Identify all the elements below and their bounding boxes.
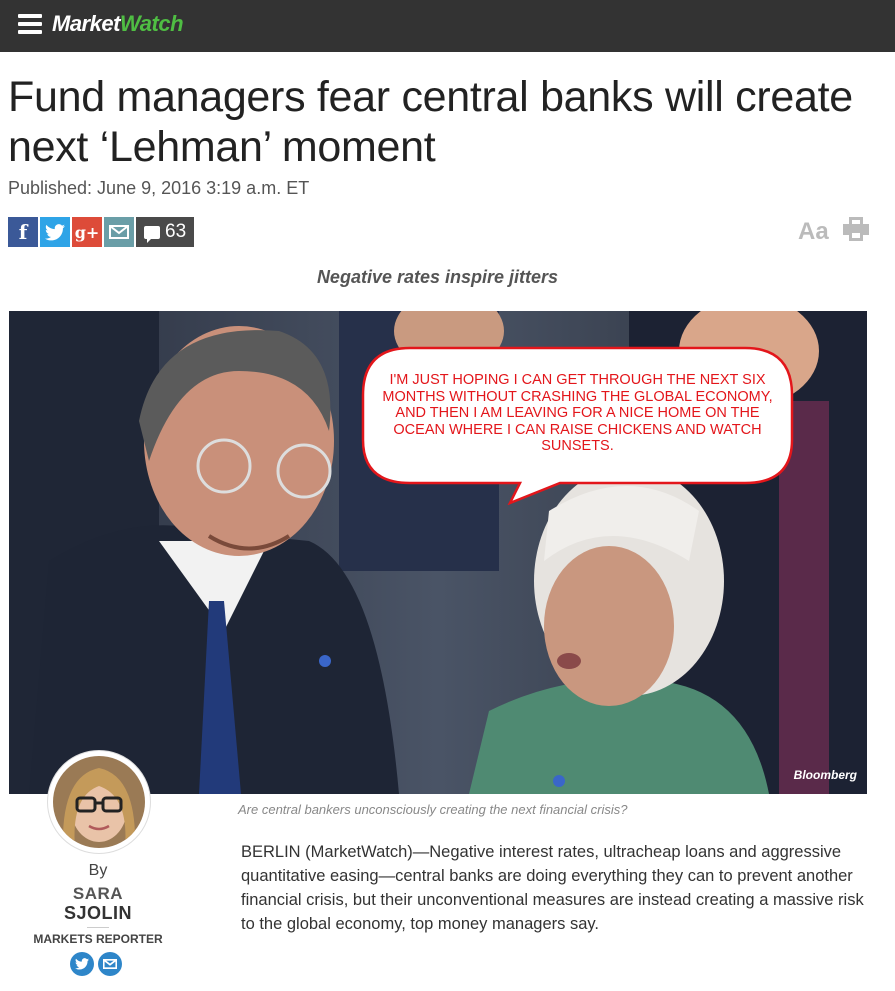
author-by-label: By bbox=[88, 862, 108, 879]
twitter-icon bbox=[45, 223, 65, 240]
text-size-button[interactable]: Aa bbox=[798, 218, 829, 246]
author-last-name[interactable]: SJOLIN bbox=[0, 903, 196, 924]
author-divider bbox=[87, 927, 109, 928]
author-social-links bbox=[70, 952, 126, 976]
published-timestamp: Published: June 9, 2016 3:19 a.m. ET bbox=[8, 178, 310, 198]
author-twitter-icon[interactable] bbox=[70, 952, 94, 976]
article-body-paragraph: BERLIN (MarketWatch)—Negative interest r… bbox=[241, 843, 864, 933]
author-first-name[interactable]: SARA bbox=[0, 884, 196, 904]
google-plus-icon: g+ bbox=[74, 222, 100, 242]
comment-count: 63 bbox=[165, 221, 187, 242]
menu-icon[interactable] bbox=[18, 14, 42, 34]
author-email-icon[interactable] bbox=[98, 952, 122, 976]
email-icon bbox=[109, 225, 129, 239]
photo-credit: Bloomberg bbox=[793, 768, 857, 782]
top-nav-bar: MarketWatch bbox=[0, 0, 895, 52]
article-main-photo: I'M JUST HOPING I CAN GET THROUGH THE NE… bbox=[9, 311, 867, 794]
twitter-share-button[interactable] bbox=[40, 217, 70, 247]
photo-caption: Are central bankers unconsciously creati… bbox=[238, 802, 628, 817]
article-subhead: Negative rates inspire jitters bbox=[316, 267, 559, 287]
author-role: MARKETS REPORTER bbox=[33, 932, 163, 946]
email-share-button[interactable] bbox=[104, 217, 134, 247]
comment-icon bbox=[144, 225, 160, 243]
share-bar: f g+ 63 bbox=[8, 217, 196, 247]
speech-bubble: I'M JUST HOPING I CAN GET THROUGH THE NE… bbox=[360, 345, 795, 505]
facebook-icon: f bbox=[18, 220, 28, 244]
facebook-share-button[interactable]: f bbox=[8, 217, 38, 247]
article-headline: Fund managers fear central banks will cr… bbox=[8, 73, 853, 171]
speech-bubble-text: I'M JUST HOPING I CAN GET THROUGH THE NE… bbox=[382, 372, 773, 454]
comments-button[interactable]: 63 bbox=[136, 217, 194, 247]
google-plus-share-button[interactable]: g+ bbox=[72, 217, 102, 247]
author-avatar[interactable] bbox=[47, 750, 151, 854]
marketwatch-logo[interactable]: MarketWatch bbox=[52, 11, 184, 37]
print-icon[interactable] bbox=[843, 217, 869, 241]
